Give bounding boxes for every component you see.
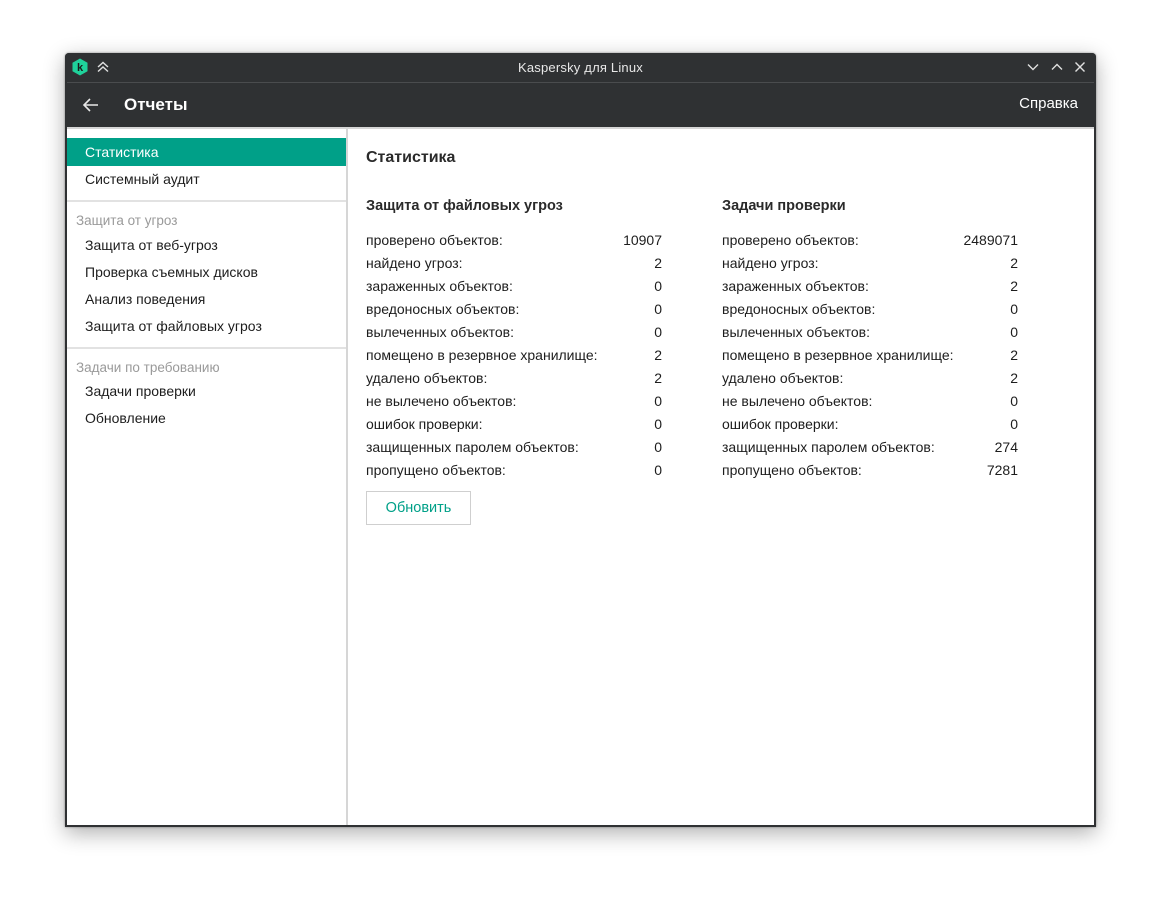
stat-row: проверено объектов: 2489071 (722, 232, 1018, 255)
stat-value: 0 (654, 416, 662, 432)
stat-label: помещено в резервное хранилище: (722, 347, 954, 363)
file-protection-title: Защита от файловых угроз (366, 198, 563, 214)
page-title: Отчеты (124, 95, 188, 114)
sidebar-item-removable-drives[interactable]: Проверка съемных дисков (67, 258, 346, 286)
stat-label: вредоносных объектов: (366, 301, 520, 317)
sidebar: Статистика Системный аудит Защита от угр… (67, 127, 348, 825)
stat-value: 2 (654, 347, 662, 363)
stat-value: 0 (1010, 416, 1018, 432)
stat-row: ошибок проверки: 0 (722, 416, 1018, 439)
stat-row: помещено в резервное хранилище: 2 (366, 347, 662, 370)
stat-value: 0 (654, 462, 662, 478)
window-titlebar[interactable]: k Kaspersky для Linux (65, 53, 1096, 82)
stat-row: зараженных объектов: 2 (722, 278, 1018, 301)
stat-value: 0 (654, 324, 662, 340)
stat-value: 0 (654, 393, 662, 409)
close-icon[interactable] (1072, 59, 1088, 75)
stat-value: 2 (1010, 347, 1018, 363)
stat-label: удалено объектов: (722, 370, 844, 386)
stat-value: 0 (654, 439, 662, 455)
stat-label: вылеченных объектов: (366, 324, 515, 340)
stat-value: 274 (994, 439, 1018, 455)
maximize-icon[interactable] (1049, 59, 1065, 75)
stat-row: вредоносных объектов: 0 (366, 301, 662, 324)
stat-label: найдено угроз: (366, 255, 463, 271)
stat-label: защищенных паролем объектов: (722, 439, 935, 455)
sidebar-group-protection: Защита от угроз (76, 213, 178, 228)
sidebar-group-on-demand: Задачи по требованию (76, 360, 220, 375)
window-content: Отчеты Справка Статистика Системный ауди… (67, 82, 1094, 825)
stat-value: 0 (1010, 324, 1018, 340)
stat-value: 0 (654, 278, 662, 294)
stat-row: ошибок проверки: 0 (366, 416, 662, 439)
scan-tasks-title: Задачи проверки (722, 198, 846, 214)
stat-label: удалено объектов: (366, 370, 488, 386)
stat-row: удалено объектов: 2 (722, 370, 1018, 393)
stat-row: удалено объектов: 2 (366, 370, 662, 393)
stat-label: найдено угроз: (722, 255, 819, 271)
app-window: k Kaspersky для Linux Отчеты Справка Ста… (65, 53, 1096, 827)
stat-row: вылеченных объектов: 0 (722, 324, 1018, 347)
sidebar-item-scan-tasks[interactable]: Задачи проверки (67, 377, 346, 405)
stat-row: найдено угроз: 2 (722, 255, 1018, 278)
stat-row: помещено в резервное хранилище: 2 (722, 347, 1018, 370)
sidebar-item-web-protection[interactable]: Защита от веб-угроз (67, 231, 346, 259)
sidebar-item-update[interactable]: Обновление (67, 404, 346, 432)
stat-row: пропущено объектов: 0 (366, 462, 662, 485)
minimize-icon[interactable] (1025, 59, 1041, 75)
stat-value: 0 (1010, 301, 1018, 317)
stat-label: зараженных объектов: (366, 278, 513, 294)
stat-label: вылеченных объектов: (722, 324, 871, 340)
stat-value: 2489071 (963, 232, 1018, 248)
stat-label: ошибок проверки: (366, 416, 483, 432)
stat-value: 2 (1010, 370, 1018, 386)
stat-row: проверено объектов: 10907 (366, 232, 662, 255)
stat-value: 2 (654, 255, 662, 271)
stat-label: не вылечено объектов: (366, 393, 517, 409)
stat-row: вылеченных объектов: 0 (366, 324, 662, 347)
stat-label: защищенных паролем объектов: (366, 439, 579, 455)
stat-label: проверено объектов: (722, 232, 859, 248)
stat-value: 10907 (623, 232, 662, 248)
stat-row: защищенных паролем объектов: 0 (366, 439, 662, 462)
stat-label: пропущено объектов: (722, 462, 862, 478)
stat-row: зараженных объектов: 0 (366, 278, 662, 301)
stat-value: 7281 (986, 462, 1018, 478)
statistics-panel: Статистика Защита от файловых угроз пров… (348, 127, 1094, 825)
stat-label: зараженных объектов: (722, 278, 869, 294)
window-title: Kaspersky для Linux (517, 60, 643, 75)
sidebar-item-statistics[interactable]: Статистика (67, 138, 346, 166)
refresh-button[interactable]: Обновить (366, 491, 471, 525)
sidebar-item-file-protection[interactable]: Защита от файловых угроз (67, 312, 346, 340)
stat-value: 0 (1010, 393, 1018, 409)
stat-row: не вылечено объектов: 0 (722, 393, 1018, 416)
stat-label: не вылечено объектов: (722, 393, 873, 409)
sidebar-item-behavior-analysis[interactable]: Анализ поведения (67, 285, 346, 313)
stat-value: 0 (654, 301, 662, 317)
back-arrow-icon[interactable] (81, 95, 101, 115)
section-heading: Статистика (366, 149, 456, 166)
help-link[interactable]: Справка (1019, 95, 1078, 112)
stat-row: защищенных паролем объектов: 274 (722, 439, 1018, 462)
stat-value: 2 (654, 370, 662, 386)
stat-label: проверено объектов: (366, 232, 503, 248)
stat-row: вредоносных объектов: 0 (722, 301, 1018, 324)
stat-value: 2 (1010, 278, 1018, 294)
sidebar-item-system-audit[interactable]: Системный аудит (67, 165, 346, 193)
stat-row: не вылечено объектов: 0 (366, 393, 662, 416)
sidebar-divider (67, 347, 346, 349)
app-header: Отчеты Справка (67, 82, 1094, 127)
stat-row: пропущено объектов: 7281 (722, 462, 1018, 485)
stat-row: найдено угроз: 2 (366, 255, 662, 278)
stat-label: ошибок проверки: (722, 416, 839, 432)
stat-label: помещено в резервное хранилище: (366, 347, 598, 363)
stat-label: пропущено объектов: (366, 462, 506, 478)
stat-label: вредоносных объектов: (722, 301, 876, 317)
sidebar-divider (67, 200, 346, 202)
stat-value: 2 (1010, 255, 1018, 271)
